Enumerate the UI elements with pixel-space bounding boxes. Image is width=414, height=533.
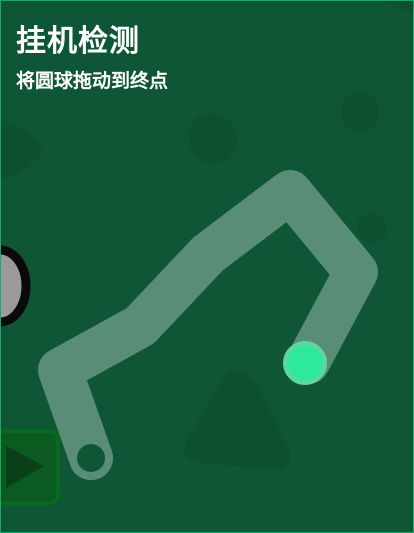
decor-circle-right-top: [340, 92, 380, 132]
decor-shape-top-right: [380, 0, 414, 12]
decor-triangle-bottom: [184, 370, 291, 470]
left-edge-widget[interactable]: [0, 245, 31, 327]
play-button[interactable]: [0, 429, 60, 505]
start-point: [69, 436, 113, 480]
start-hole: [77, 444, 105, 472]
instruction-text: 将圆球拖动到终点: [16, 70, 169, 92]
decor-shape-upper-middle: [187, 113, 238, 164]
decor-circle-right-mid: [357, 213, 387, 243]
drag-ball[interactable]: [283, 341, 327, 385]
decor-shape-left: [0, 120, 44, 180]
partial-circle-icon[interactable]: [0, 245, 31, 327]
page-title: 挂机检测: [16, 24, 140, 59]
game-stage: 挂机检测 将圆球拖动到终点: [0, 0, 414, 533]
